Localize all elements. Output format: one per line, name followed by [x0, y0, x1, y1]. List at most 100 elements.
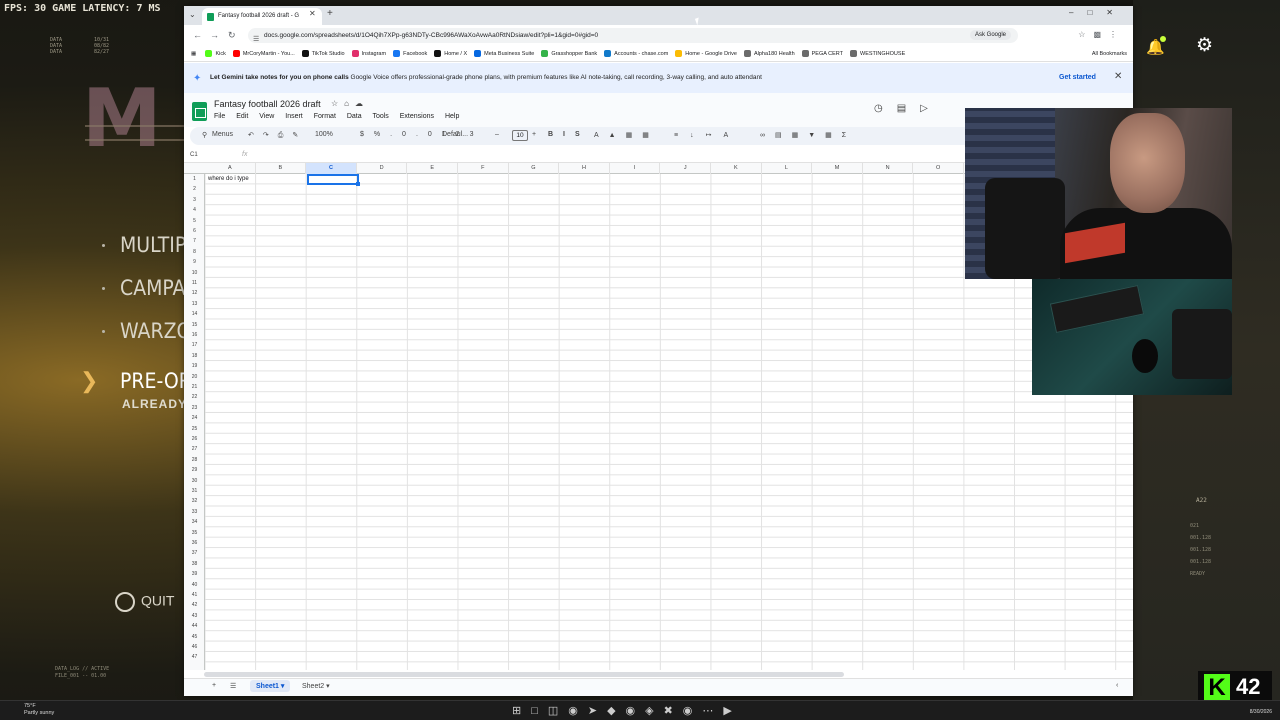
menu-edit[interactable]: Edit: [236, 113, 248, 120]
menu-tools[interactable]: Tools: [372, 113, 388, 120]
game-menu-campaign[interactable]: CAMPAI: [120, 276, 191, 300]
row-header-38[interactable]: 38: [184, 559, 205, 569]
row-header-42[interactable]: 42: [184, 600, 205, 610]
taskbar-app-icons[interactable]: ⊞□◫◉➤◆◉◈✖◉⋯▶: [512, 704, 742, 717]
row-header-46[interactable]: 46: [184, 642, 205, 652]
row-header-41[interactable]: 41: [184, 590, 205, 600]
row-header-11[interactable]: 11: [184, 278, 205, 288]
get-started-button[interactable]: Get started: [1059, 74, 1096, 81]
toolbar-right-icons[interactable]: ☆▩⋮: [1078, 30, 1125, 39]
bookmark-3[interactable]: Instagram: [351, 46, 386, 61]
address-bar[interactable]: ☰ docs.google.com/spreadsheets/d/1O4Qih7…: [248, 28, 1018, 43]
game-menu-multiplayer[interactable]: MULTIP: [120, 233, 186, 257]
add-sheet-icon[interactable]: +: [212, 682, 216, 689]
bookmark-7[interactable]: Grasshopper Bank: [541, 46, 597, 61]
apps-icon[interactable]: ▦: [191, 46, 196, 61]
search-icon[interactable]: ⚲: [202, 131, 207, 139]
row-header-18[interactable]: 18: [184, 351, 205, 361]
menu-format[interactable]: Format: [314, 113, 336, 120]
align-icons[interactable]: ≡↓↦A: [674, 131, 740, 139]
column-header-n[interactable]: N: [863, 163, 914, 174]
gear-icon[interactable]: ⚙: [1196, 34, 1213, 57]
row-header-30[interactable]: 30: [184, 476, 205, 486]
row-header-15[interactable]: 15: [184, 320, 205, 330]
font-select[interactable]: Defaul...: [442, 131, 468, 138]
row-header-28[interactable]: 28: [184, 455, 205, 465]
row-header-16[interactable]: 16: [184, 330, 205, 340]
cell-a1[interactable]: where do i type: [208, 174, 249, 184]
game-quit-button[interactable]: QUIT: [115, 592, 174, 612]
text-format-icons[interactable]: BIS: [548, 131, 590, 138]
increase-font-icon[interactable]: +: [532, 131, 536, 138]
row-header-12[interactable]: 12: [184, 288, 205, 298]
bookmark-9[interactable]: Home - Google Drive: [675, 46, 737, 61]
row-header-43[interactable]: 43: [184, 611, 205, 621]
bookmark-8[interactable]: Accounts - chase.com: [604, 46, 668, 61]
column-header-g[interactable]: G: [509, 163, 560, 174]
decrease-font-icon[interactable]: –: [495, 131, 499, 138]
bookmark-6[interactable]: Meta Business Suite: [474, 46, 534, 61]
column-header-f[interactable]: F: [458, 163, 509, 174]
row-header-5[interactable]: 5: [184, 216, 205, 226]
horizontal-scrollbar[interactable]: [204, 672, 844, 677]
row-header-40[interactable]: 40: [184, 580, 205, 590]
column-header-b[interactable]: B: [256, 163, 307, 174]
row-header-34[interactable]: 34: [184, 517, 205, 527]
column-header-l[interactable]: L: [762, 163, 813, 174]
row-header-45[interactable]: 45: [184, 632, 205, 642]
column-header-c[interactable]: C: [306, 163, 357, 174]
row-header-2[interactable]: 2: [184, 184, 205, 194]
all-bookmarks-button[interactable]: All Bookmarks: [1092, 46, 1127, 61]
bookmark-2[interactable]: TikTok Studio: [301, 46, 345, 61]
clock[interactable]: 8/30/2026: [1250, 709, 1272, 715]
row-header-9[interactable]: 9: [184, 257, 205, 267]
game-menu-preorder[interactable]: PRE-OR: [120, 369, 192, 393]
column-header-o[interactable]: O: [913, 163, 964, 174]
menu-view[interactable]: View: [259, 113, 274, 120]
forward-icon[interactable]: →: [210, 30, 219, 40]
row-header-31[interactable]: 31: [184, 486, 205, 496]
tab-search-icon[interactable]: ⌄: [189, 10, 196, 19]
row-header-33[interactable]: 33: [184, 507, 205, 517]
insert-icons[interactable]: ∞▤▦▼▦Σ: [760, 131, 856, 139]
new-tab-icon[interactable]: +: [327, 8, 333, 19]
weather-widget[interactable]: 75°F Partly sunny: [24, 703, 54, 717]
row-header-35[interactable]: 35: [184, 528, 205, 538]
row-header-6[interactable]: 6: [184, 226, 205, 236]
sheet-tab-2[interactable]: Sheet2 ▾: [302, 682, 330, 690]
menu-extensions[interactable]: Extensions: [400, 113, 434, 120]
doc-title[interactable]: Fantasy football 2026 draft: [214, 99, 321, 109]
row-header-25[interactable]: 25: [184, 424, 205, 434]
column-header-a[interactable]: A: [205, 163, 256, 174]
close-icon[interactable]: ✕: [1114, 71, 1122, 82]
back-icon[interactable]: ←: [193, 30, 202, 40]
row-header-8[interactable]: 8: [184, 247, 205, 257]
close-tab-icon[interactable]: ✕: [309, 9, 316, 18]
game-menu-warzone[interactable]: WARZO: [120, 319, 191, 343]
browser-tab[interactable]: Fantasy football 2026 draft - G: [202, 8, 322, 25]
column-header-m[interactable]: M: [812, 163, 863, 174]
column-header-h[interactable]: H: [559, 163, 610, 174]
column-header-i[interactable]: I: [610, 163, 661, 174]
row-header-36[interactable]: 36: [184, 538, 205, 548]
all-sheets-icon[interactable]: ☰: [230, 682, 236, 690]
title-icons[interactable]: ☆⌂☁: [331, 99, 369, 108]
bookmark-10[interactable]: Alpha180 Health: [743, 46, 795, 61]
row-header-17[interactable]: 17: [184, 340, 205, 350]
site-info-icon[interactable]: ☰: [253, 32, 259, 47]
menus-search[interactable]: Menus: [212, 131, 233, 138]
reload-icon[interactable]: ↻: [228, 30, 236, 41]
row-header-23[interactable]: 23: [184, 403, 205, 413]
row-header-14[interactable]: 14: [184, 309, 205, 319]
explore-icon[interactable]: ‹: [1116, 682, 1118, 689]
history-comment-meet-icons[interactable]: ◷▤▷: [874, 103, 942, 114]
row-header-39[interactable]: 39: [184, 569, 205, 579]
bookmark-5[interactable]: Home / X: [434, 46, 467, 61]
row-header-44[interactable]: 44: [184, 621, 205, 631]
row-header-24[interactable]: 24: [184, 413, 205, 423]
row-header-13[interactable]: 13: [184, 299, 205, 309]
column-header-d[interactable]: D: [357, 163, 408, 174]
row-header-21[interactable]: 21: [184, 382, 205, 392]
row-header-37[interactable]: 37: [184, 548, 205, 558]
name-box[interactable]: C1: [190, 152, 198, 158]
